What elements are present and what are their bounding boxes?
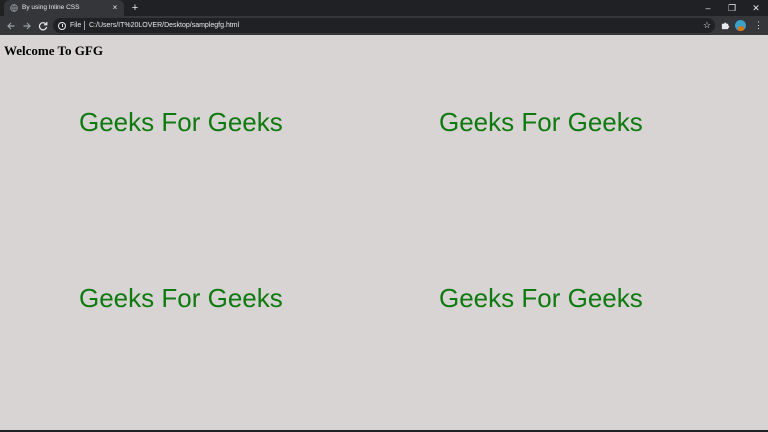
avatar-icon[interactable] <box>735 20 746 31</box>
extensions-button[interactable] <box>718 18 733 33</box>
geeks-text-box: Geeks For Geeks <box>439 283 643 313</box>
star-icon[interactable]: ☆ <box>703 18 711 33</box>
info-icon[interactable] <box>58 21 66 30</box>
globe-icon <box>10 4 18 12</box>
forward-button[interactable] <box>19 18 34 33</box>
close-window-button[interactable]: ✕ <box>744 0 768 16</box>
tab-title: By using Inline CSS <box>22 4 80 11</box>
back-arrow-icon <box>6 22 14 29</box>
url-scheme-label: File <box>70 22 82 29</box>
browser-toolbar: File C:/Users/IT%20LOVER/Desktop/sampleg… <box>0 16 768 35</box>
puzzle-icon <box>721 22 730 30</box>
forward-arrow-icon <box>23 22 31 29</box>
back-button[interactable] <box>3 18 18 33</box>
window-controls: – ❐ ✕ <box>696 0 768 16</box>
reload-icon <box>38 21 47 30</box>
geeks-text-box: Geeks For Geeks <box>439 107 643 137</box>
tab-close-icon[interactable]: × <box>110 0 120 16</box>
page-heading: Welcome To GFG <box>4 43 103 58</box>
new-tab-button[interactable]: + <box>128 1 142 15</box>
geeks-text-box: Geeks For Geeks <box>79 107 283 137</box>
url-text[interactable]: C:/Users/IT%20LOVER/Desktop/samplegfg.ht… <box>89 18 239 33</box>
kebab-menu-icon[interactable]: ⋮ <box>751 18 766 33</box>
geeks-text-box: Geeks For Geeks <box>79 283 283 313</box>
address-bar[interactable]: File C:/Users/IT%20LOVER/Desktop/sampleg… <box>53 18 715 33</box>
restore-button[interactable]: ❐ <box>720 0 744 16</box>
url-separator <box>84 21 85 30</box>
reload-button[interactable] <box>35 18 50 33</box>
minimize-button[interactable]: – <box>696 0 720 16</box>
page-viewport: Welcome To GFG Geeks For Geeks Geeks For… <box>0 35 768 430</box>
title-bar: By using Inline CSS × + – ❐ ✕ <box>0 0 768 16</box>
browser-tab[interactable]: By using Inline CSS × <box>4 0 124 16</box>
